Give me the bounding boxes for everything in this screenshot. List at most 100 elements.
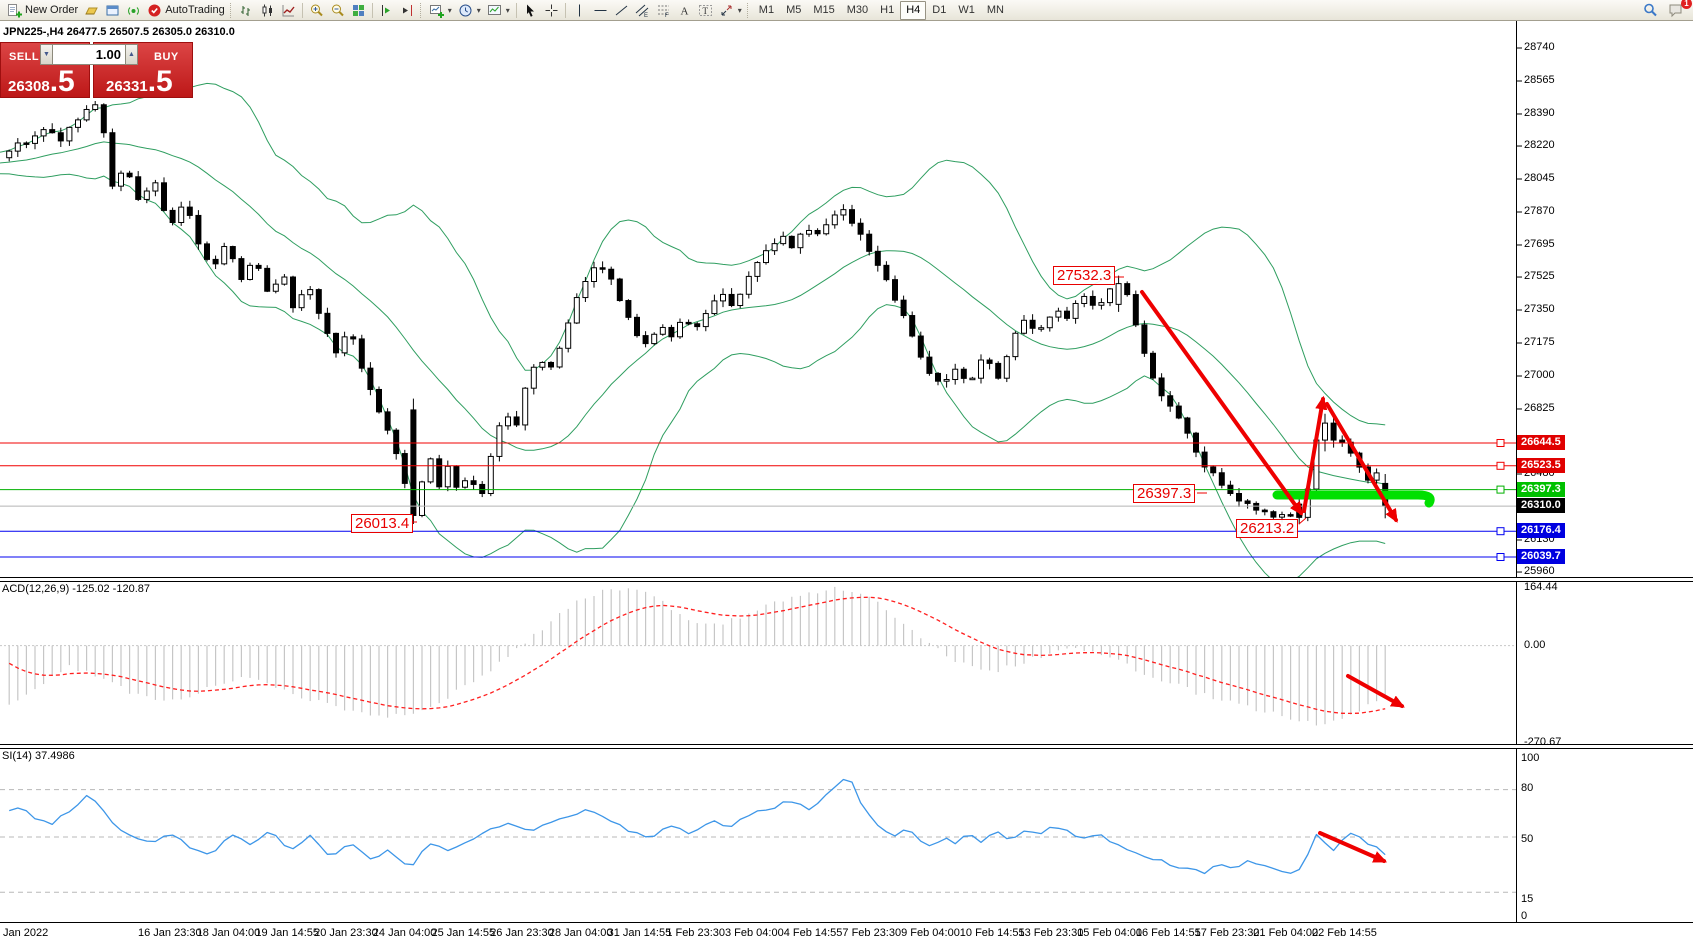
new-order-label: New Order bbox=[25, 4, 78, 16]
profiles-button[interactable] bbox=[81, 2, 102, 19]
timeframe-button-mn[interactable]: MN bbox=[981, 2, 1010, 19]
fibonacci-button[interactable]: F bbox=[653, 2, 674, 19]
timeframe-button-h1[interactable]: H1 bbox=[874, 2, 900, 19]
chart-shift-button[interactable] bbox=[397, 2, 418, 19]
periods-icon bbox=[458, 3, 473, 18]
text-label-button[interactable]: T bbox=[695, 2, 716, 19]
line-chart-icon bbox=[281, 3, 296, 18]
crosshair-button[interactable] bbox=[541, 2, 562, 19]
date-label[interactable]: 28 Jan 04:00 bbox=[549, 927, 613, 939]
price-tick-label: 27525 bbox=[1524, 270, 1555, 282]
dropdown-caret: ▾ bbox=[506, 6, 510, 15]
svg-text:E: E bbox=[644, 13, 648, 18]
candlestick-chart-icon bbox=[260, 3, 275, 18]
date-label[interactable]: Jan 2022 bbox=[3, 927, 48, 939]
date-label[interactable]: 19 Jan 14:55 bbox=[255, 927, 319, 939]
date-label[interactable]: 24 Jan 04:00 bbox=[373, 927, 437, 939]
date-label[interactable]: 25 Jan 14:55 bbox=[432, 927, 496, 939]
cursor-button[interactable] bbox=[520, 2, 541, 19]
date-label[interactable]: 9 Feb 04:00 bbox=[901, 927, 960, 939]
price-level-tag: 26523.5 bbox=[1517, 458, 1565, 473]
search-button[interactable] bbox=[1639, 2, 1661, 19]
date-label[interactable]: 17 Feb 23:30 bbox=[1195, 927, 1260, 939]
date-label[interactable]: 3 Feb 04:00 bbox=[725, 927, 784, 939]
chart-canvas[interactable] bbox=[0, 0, 1693, 946]
equidistant-channel-icon: E bbox=[635, 3, 650, 18]
auto-scroll-icon bbox=[379, 3, 394, 18]
date-label[interactable]: 26 Jan 23:30 bbox=[490, 927, 554, 939]
price-annotation[interactable]: 26397.3 bbox=[1133, 484, 1195, 503]
text-label-icon: T bbox=[698, 3, 713, 18]
bollinger-bands bbox=[0, 83, 1385, 584]
new-order-icon bbox=[7, 3, 22, 18]
search-icon bbox=[1642, 2, 1658, 18]
date-label[interactable]: 31 Jan 14:55 bbox=[608, 927, 672, 939]
zoom-out-icon bbox=[330, 3, 345, 18]
arrows-button[interactable]: ▾ bbox=[716, 2, 745, 19]
drawn-annotations[interactable] bbox=[411, 277, 1430, 524]
one-click-trading-panel: SELL 26308.5 BUY 26331.5 ▼ 1.00 ▲ bbox=[0, 42, 193, 98]
date-label[interactable]: 15 Feb 04:00 bbox=[1077, 927, 1142, 939]
text-button[interactable]: A bbox=[674, 2, 695, 19]
level-lines[interactable] bbox=[0, 440, 1516, 561]
sell-label: SELL bbox=[9, 51, 39, 63]
price-annotation[interactable]: 27532.3 bbox=[1053, 266, 1115, 285]
market-watch-button[interactable] bbox=[102, 2, 123, 19]
date-label[interactable]: 10 Feb 14:55 bbox=[960, 927, 1025, 939]
volume-decrease-button[interactable]: ▼ bbox=[40, 44, 53, 65]
bar-chart-button[interactable] bbox=[236, 2, 257, 19]
timeframe-button-h4[interactable]: H4 bbox=[900, 1, 926, 20]
dropdown-caret: ▾ bbox=[477, 6, 481, 15]
timeframe-button-m1[interactable]: M1 bbox=[753, 2, 780, 19]
auto-scroll-button[interactable] bbox=[376, 2, 397, 19]
date-label[interactable]: 18 Jan 04:00 bbox=[197, 927, 261, 939]
price-tick-label: 26825 bbox=[1524, 402, 1555, 414]
date-label[interactable]: 21 Feb 04:00 bbox=[1253, 927, 1318, 939]
macd-axis-label: 164.44 bbox=[1524, 581, 1558, 593]
autotrading-button[interactable]: AutoTrading bbox=[144, 2, 228, 19]
timeframe-button-d1[interactable]: D1 bbox=[926, 2, 952, 19]
timeframe-button-m5[interactable]: M5 bbox=[780, 2, 807, 19]
volume-input[interactable]: 1.00 bbox=[53, 44, 125, 65]
community-button[interactable]: 1 bbox=[1665, 2, 1687, 19]
date-label[interactable]: 20 Jan 23:30 bbox=[314, 927, 378, 939]
horizontal-line-button[interactable] bbox=[590, 2, 611, 19]
timeframe-button-m30[interactable]: M30 bbox=[841, 2, 874, 19]
date-label[interactable]: 1 Feb 23:30 bbox=[666, 927, 725, 939]
panel-separator-rsi[interactable] bbox=[0, 744, 1693, 749]
tile-windows-icon bbox=[351, 3, 366, 18]
buy-label: BUY bbox=[154, 51, 179, 63]
new-order-button[interactable]: New Order bbox=[4, 2, 81, 19]
zoom-in-button[interactable] bbox=[306, 2, 327, 19]
line-chart-button[interactable] bbox=[278, 2, 299, 19]
date-label[interactable]: 16 Jan 23:30 bbox=[138, 927, 202, 939]
vertical-line-button[interactable] bbox=[569, 2, 590, 19]
date-label[interactable]: 7 Feb 23:30 bbox=[842, 927, 901, 939]
panel-separator-macd[interactable] bbox=[0, 577, 1693, 582]
rsi-panel bbox=[0, 780, 1516, 893]
date-label[interactable]: 22 Feb 14:55 bbox=[1312, 927, 1377, 939]
volume-increase-button[interactable]: ▲ bbox=[125, 44, 138, 65]
timeframe-button-m15[interactable]: M15 bbox=[807, 2, 840, 19]
timeframe-button-w1[interactable]: W1 bbox=[952, 2, 981, 19]
candlesticks bbox=[7, 101, 1388, 524]
tile-windows-button[interactable] bbox=[348, 2, 369, 19]
trendline-button[interactable] bbox=[611, 2, 632, 19]
price-tick-label: 28565 bbox=[1524, 74, 1555, 86]
date-label[interactable]: 4 Feb 14:55 bbox=[784, 927, 843, 939]
candlestick-chart-button[interactable] bbox=[257, 2, 278, 19]
equidistant-channel-button[interactable]: E bbox=[632, 2, 653, 19]
price-annotation[interactable]: 26013.4 bbox=[351, 514, 413, 533]
templates-button[interactable]: ▾ bbox=[484, 2, 513, 19]
zoom-out-button[interactable] bbox=[327, 2, 348, 19]
new-chart-button[interactable]: ▾ bbox=[426, 2, 455, 19]
date-label[interactable]: 13 Feb 23:30 bbox=[1019, 927, 1084, 939]
date-label[interactable]: 16 Feb 14:55 bbox=[1136, 927, 1201, 939]
periods-button[interactable]: ▾ bbox=[455, 2, 484, 19]
signal-button[interactable] bbox=[123, 2, 144, 19]
macd-axis-label: 0.00 bbox=[1524, 639, 1545, 651]
autotrading-icon bbox=[147, 3, 162, 18]
arrows-icon bbox=[719, 3, 734, 18]
macd-panel bbox=[0, 587, 1516, 726]
price-annotation[interactable]: 26213.2 bbox=[1236, 519, 1298, 538]
